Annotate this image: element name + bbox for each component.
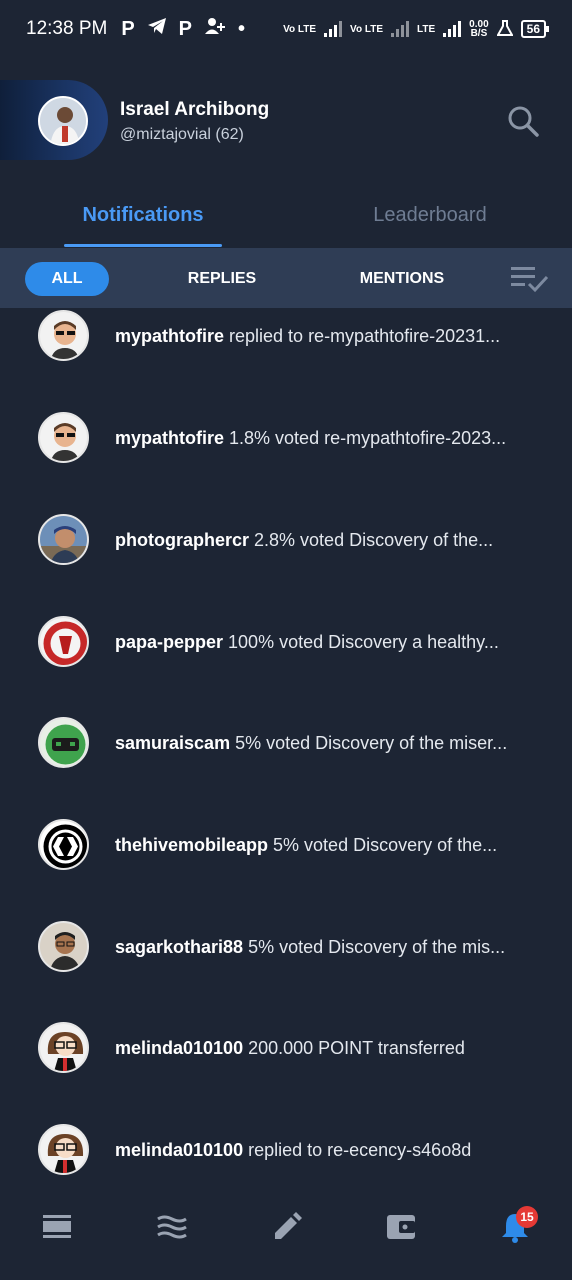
filter-mentions[interactable]: MENTIONS — [350, 262, 454, 296]
notification-text: 5% voted Discovery of the miser... — [230, 733, 508, 753]
mark-all-read-icon[interactable] — [509, 264, 551, 294]
tab-indicator — [64, 244, 222, 247]
volte-1: Vo LTE — [283, 23, 317, 35]
list-item[interactable]: melinda010100 200.000 POINT transferred — [0, 1022, 572, 1082]
notification-user[interactable]: mypathtofire — [115, 428, 224, 448]
top-tabs: Notifications Leaderboard — [0, 188, 572, 248]
edit-icon[interactable] — [270, 1210, 304, 1244]
notification-user[interactable]: thehivemobileapp — [115, 835, 268, 855]
battery-icon: 56 — [520, 20, 550, 38]
list-item[interactable]: papa-pepper 100% voted Discovery a healt… — [0, 616, 572, 676]
profile-header: Israel Archibong @miztajovial (62) — [0, 80, 572, 162]
notification-text: 1.8% voted re-mypathtofire-2023... — [224, 428, 507, 448]
tab-leaderboard[interactable]: Leaderboard — [360, 204, 500, 227]
notification-user[interactable]: melinda010100 — [115, 1140, 243, 1160]
list-item[interactable]: photographercr 2.8% voted Discovery of t… — [0, 514, 572, 574]
waves-icon[interactable] — [155, 1210, 189, 1244]
wallet-icon[interactable] — [384, 1210, 418, 1244]
filter-bar: ALL REPLIES MENTIONS — [0, 248, 572, 308]
list-item[interactable]: thehivemobileapp 5% voted Discovery of t… — [0, 819, 572, 879]
avatar[interactable] — [38, 1124, 89, 1175]
add-person-icon — [204, 17, 226, 41]
p-app-icon: P — [121, 17, 135, 40]
telegram-icon — [147, 17, 167, 41]
profile-handle: @miztajovial (62) — [120, 126, 244, 143]
notification-text: replied to re-mypathtofire-20231... — [224, 326, 501, 346]
status-right: Vo LTE Vo LTE LTE 0.00 B/S 56 — [283, 19, 550, 39]
notification-user[interactable]: photographercr — [115, 530, 249, 550]
notification-text: 5% voted Discovery of the mis... — [243, 937, 506, 957]
feed-icon[interactable] — [40, 1210, 74, 1244]
volte-2: Vo LTE — [350, 23, 384, 35]
signal-icon-2 — [391, 21, 410, 37]
avatar[interactable] — [38, 717, 89, 768]
notification-user[interactable]: sagarkothari88 — [115, 937, 243, 957]
notification-text: replied to re-ecency-s46o8d — [243, 1140, 472, 1160]
signal-icon-3 — [443, 21, 462, 37]
profile-name: Israel Archibong — [120, 99, 270, 120]
notification-text: 100% voted Discovery a healthy... — [223, 632, 499, 652]
notification-user[interactable]: samuraiscam — [115, 733, 230, 753]
status-bar: 12:38 PM P P • Vo LTE Vo LTE LTE 0.00 B/S… — [0, 0, 572, 58]
notification-list: mypathtofire replied to re-mypathtofire-… — [0, 308, 572, 1192]
avatar[interactable] — [38, 1022, 89, 1073]
notification-user[interactable]: melinda010100 — [115, 1038, 243, 1058]
p-app-icon-2: P — [178, 17, 193, 40]
list-item[interactable]: samuraiscam 5% voted Discovery of the mi… — [0, 717, 572, 777]
list-item[interactable]: mypathtofire replied to re-mypathtofire-… — [0, 310, 572, 370]
avatar[interactable] — [38, 921, 89, 972]
avatar[interactable] — [38, 310, 89, 361]
avatar[interactable] — [38, 96, 88, 146]
list-item[interactable]: mypathtofire 1.8% voted re-mypathtofire-… — [0, 412, 572, 472]
filter-replies[interactable]: REPLIES — [172, 262, 272, 296]
notification-badge: 15 — [516, 1206, 538, 1228]
signal-icon — [324, 21, 343, 37]
avatar[interactable] — [38, 412, 89, 463]
net-speed: 0.00 B/S — [469, 19, 489, 39]
flask-icon — [495, 19, 514, 39]
notification-user[interactable]: mypathtofire — [115, 326, 224, 346]
lte-label: LTE — [417, 23, 436, 35]
notification-text: 200.000 POINT transferred — [243, 1038, 465, 1058]
avatar[interactable] — [38, 616, 89, 667]
avatar[interactable] — [38, 514, 89, 565]
list-item[interactable]: melinda010100 replied to re-ecency-s46o8… — [0, 1124, 572, 1184]
avatar[interactable] — [38, 819, 89, 870]
filter-all[interactable]: ALL — [25, 262, 109, 296]
dot-icon: • — [238, 17, 246, 40]
bottom-nav — [0, 1192, 572, 1280]
notification-text: 5% voted Discovery of the... — [268, 835, 498, 855]
tab-notifications[interactable]: Notifications — [64, 204, 222, 227]
status-time: 12:38 PM — [26, 18, 108, 39]
search-icon[interactable] — [506, 104, 540, 138]
notification-text: 2.8% voted Discovery of the... — [249, 530, 494, 550]
list-item[interactable]: sagarkothari88 5% voted Discovery of the… — [0, 921, 572, 981]
notification-user[interactable]: papa-pepper — [115, 632, 223, 652]
